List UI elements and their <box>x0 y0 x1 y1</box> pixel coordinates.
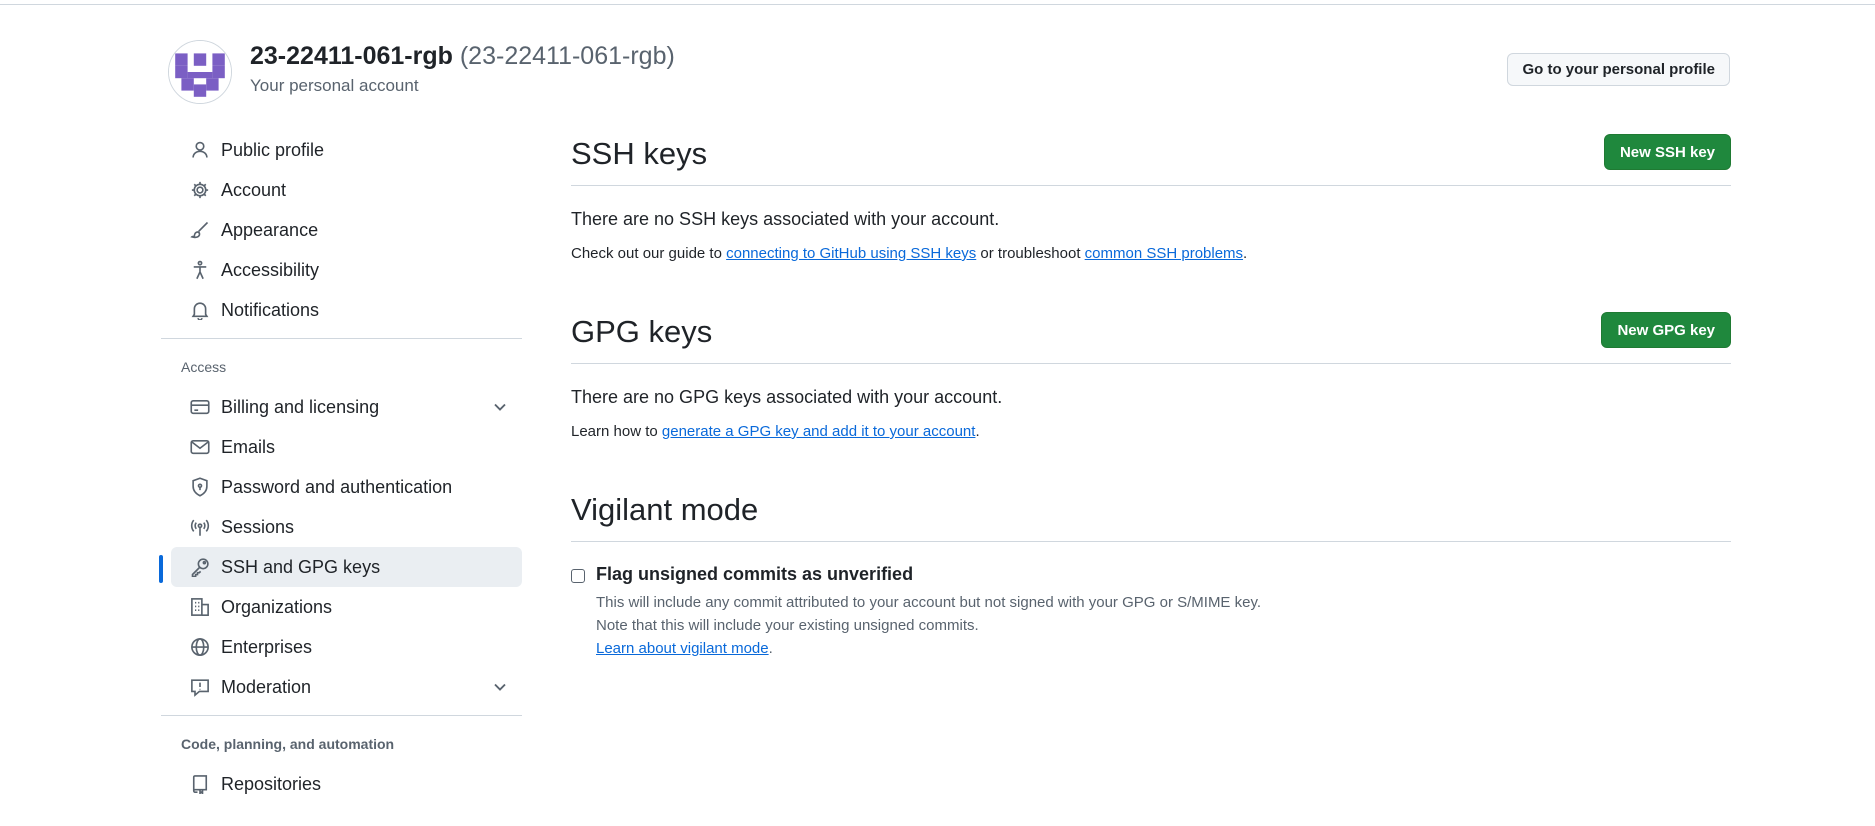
sidebar-item-label: Notifications <box>221 299 320 320</box>
sidebar-item-organizations[interactable]: Organizations <box>171 587 522 627</box>
vigilant-mode-header: Vigilant mode <box>571 490 1731 542</box>
gpg-empty-message: There are no GPG keys associated with yo… <box>571 387 1003 407</box>
new-ssh-key-button[interactable]: New SSH key <box>1603 134 1731 170</box>
identicon-icon <box>169 41 231 103</box>
gpg-generate-link[interactable]: generate a GPG key and add it to your ac… <box>662 423 976 440</box>
sidebar-item-appearance[interactable]: Appearance <box>171 210 522 250</box>
gpg-keys-section: GPG keys New GPG key There are no GPG ke… <box>571 312 1731 440</box>
sidebar-item-label: Appearance <box>221 219 319 240</box>
account-subtitle: Your personal account <box>250 76 419 95</box>
sidebar-item-label: Account <box>221 179 287 200</box>
sidebar-item-sessions[interactable]: Sessions <box>171 507 522 547</box>
sidebar-divider <box>161 338 522 339</box>
new-gpg-key-button[interactable]: New GPG key <box>1601 312 1731 348</box>
ssh-keys-title: SSH keys <box>571 136 708 171</box>
gpg-help-text: Learn how to generate a GPG key and add … <box>571 423 1731 440</box>
chevron-down-icon[interactable] <box>490 397 510 417</box>
top-border <box>0 0 1875 5</box>
gpg-help-suffix: . <box>975 423 980 440</box>
organization-icon <box>190 597 210 617</box>
gear-icon <box>190 180 210 200</box>
sidebar-item-label: Organizations <box>221 596 333 617</box>
report-icon <box>190 677 210 697</box>
sidebar-item-label: Emails <box>221 436 276 457</box>
paintbrush-icon <box>190 220 210 240</box>
sidebar-item-enterprises[interactable]: Enterprises <box>171 627 522 667</box>
sidebar-item-label: Accessibility <box>221 259 320 280</box>
broadcast-icon <box>190 517 210 537</box>
gpg-help-prefix: Learn how to <box>571 423 662 440</box>
vigilant-mode-option: Flag unsigned commits as unverified This… <box>571 564 1731 664</box>
sidebar-item-label: Enterprises <box>221 636 313 657</box>
sidebar-group-access: Access <box>181 359 227 375</box>
ssh-help-prefix: Check out our guide to <box>571 245 727 262</box>
shield-lock-icon <box>190 477 210 497</box>
gpg-keys-title: GPG keys <box>571 314 713 349</box>
ssh-problems-link[interactable]: common SSH problems <box>1085 245 1243 262</box>
sidebar-item-accessibility[interactable]: Accessibility <box>171 250 522 290</box>
account-name: 23-22411-061-rgb (23-22411-061-rgb) <box>250 42 675 71</box>
sidebar-item-notifications[interactable]: Notifications <box>171 290 522 330</box>
sidebar-item-emails[interactable]: Emails <box>171 427 522 467</box>
sidebar-item-label: Billing and licensing <box>221 396 380 417</box>
chevron-down-icon[interactable] <box>490 677 510 697</box>
sidebar-item-public-profile[interactable]: Public profile <box>171 130 522 170</box>
vigilant-mode-learn-link[interactable]: Learn about vigilant mode <box>596 640 769 657</box>
sidebar-item-label: SSH and GPG keys <box>221 556 381 577</box>
ssh-help-middle: or troubleshoot <box>976 245 1085 262</box>
vigilant-desc-line3: Learn about vigilant mode. <box>596 637 1261 660</box>
bell-icon <box>190 300 210 320</box>
go-to-profile-button[interactable]: Go to your personal profile <box>1507 53 1730 86</box>
gpg-keys-header: GPG keys New GPG key <box>571 312 1731 364</box>
sidebar-item-password-auth[interactable]: Password and authentication <box>171 467 522 507</box>
sidebar-item-repositories[interactable]: Repositories <box>171 764 522 804</box>
person-icon <box>190 140 210 160</box>
sidebar-item-label: Moderation <box>221 676 312 697</box>
globe-icon <box>190 637 210 657</box>
vigilant-mode-label[interactable]: Flag unsigned commits as unverified <box>596 564 913 585</box>
main-content: SSH keys New SSH key There are no SSH ke… <box>571 134 1731 664</box>
sidebar-item-label: Public profile <box>221 139 325 160</box>
sidebar-item-label: Repositories <box>221 773 322 794</box>
vigilant-desc-line1: This will include any commit attributed … <box>596 594 1262 611</box>
active-indicator <box>159 555 163 583</box>
ssh-keys-header: SSH keys New SSH key <box>571 134 1731 186</box>
sidebar-item-ssh-gpg-keys[interactable]: SSH and GPG keys <box>159 547 522 587</box>
sidebar-item-billing[interactable]: Billing and licensing <box>171 387 522 427</box>
vigilant-mode-section: Vigilant mode Flag unsigned commits as u… <box>571 490 1731 664</box>
sidebar-item-label: Password and authentication <box>221 476 453 497</box>
settings-sidebar: Public profile Account Appearance Access… <box>159 130 522 804</box>
avatar[interactable] <box>168 40 232 104</box>
vigilant-mode-checkbox[interactable] <box>571 569 585 583</box>
mail-icon <box>190 437 210 457</box>
account-login: (23-22411-061-rgb) <box>459 42 675 70</box>
sidebar-divider <box>161 715 522 716</box>
vigilant-mode-description: This will include any commit attributed … <box>596 591 1261 660</box>
account-username: 23-22411-061-rgb <box>250 42 453 70</box>
ssh-keys-section: SSH keys New SSH key There are no SSH ke… <box>571 134 1731 262</box>
sidebar-group-code: Code, planning, and automation <box>181 736 395 752</box>
ssh-help-suffix: . <box>1243 245 1248 262</box>
vigilant-mode-title: Vigilant mode <box>571 492 759 527</box>
credit-card-icon <box>190 397 210 417</box>
ssh-empty-message: There are no SSH keys associated with yo… <box>571 209 1000 229</box>
ssh-guide-link[interactable]: connecting to GitHub using SSH keys <box>726 245 976 262</box>
sidebar-item-account[interactable]: Account <box>171 170 522 210</box>
key-icon <box>190 557 210 577</box>
ssh-help-text: Check out our guide to connecting to Git… <box>571 245 1731 262</box>
sidebar-item-moderation[interactable]: Moderation <box>171 667 522 707</box>
account-header: 23-22411-061-rgb (23-22411-061-rgb) Your… <box>168 38 1730 104</box>
accessibility-icon <box>190 260 210 280</box>
repo-icon <box>190 774 210 794</box>
sidebar-item-label: Sessions <box>221 516 295 537</box>
vigilant-desc-line2: Note that this will include your existin… <box>596 617 979 634</box>
vigilant-link-suffix: . <box>768 640 773 657</box>
